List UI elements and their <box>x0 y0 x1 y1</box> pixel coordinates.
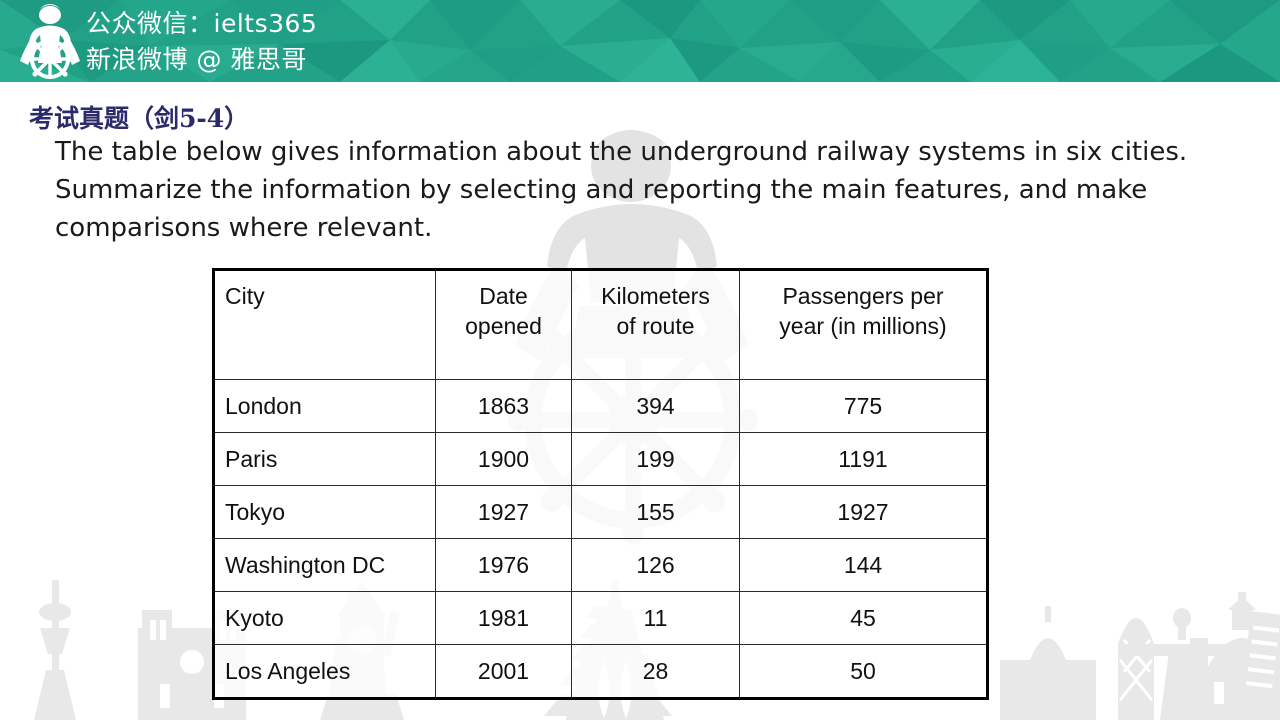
column-header-city-line-1: City <box>225 283 265 309</box>
column-header-passengers-line-2: year (in millions) <box>779 313 947 339</box>
table-row: Kyoto 1981 11 45 <box>213 591 988 645</box>
cell-passengers: 45 <box>739 591 988 645</box>
cell-kilometers: 28 <box>571 644 740 699</box>
column-header-kilometers-line-2: of route <box>616 313 695 339</box>
cell-city: Washington DC <box>213 538 436 592</box>
table-row: Washington DC 1976 126 144 <box>213 538 988 592</box>
cell-city: Kyoto <box>213 591 436 645</box>
column-header-date-opened-line-2: opened <box>465 313 542 339</box>
column-header-date-opened-line-1: Date <box>479 283 528 309</box>
cell-date-opened: 1976 <box>435 538 572 592</box>
cell-date-opened: 1927 <box>435 485 572 539</box>
underground-railway-table: City Date opened Kilometers of route Pas… <box>212 268 989 700</box>
table-header-row: City Date opened Kilometers of route Pas… <box>213 269 988 380</box>
cell-date-opened: 1981 <box>435 591 572 645</box>
banner-line-weibo: 新浪微博 @ 雅思哥 <box>86 45 307 74</box>
column-header-date-opened: Date opened <box>435 269 572 380</box>
cell-date-opened: 1863 <box>435 379 572 433</box>
cell-city: Los Angeles <box>213 644 436 699</box>
cell-city: Paris <box>213 432 436 486</box>
table-body: London 1863 394 775 Paris 1900 199 1191 … <box>213 379 988 699</box>
page-title: 考试真题（剑5-4） <box>29 103 250 133</box>
table-row: Paris 1900 199 1191 <box>213 432 988 486</box>
column-header-passengers-per-year: Passengers per year (in millions) <box>739 269 988 380</box>
banner-line-wechat: 公众微信：ielts365 <box>86 9 318 38</box>
sailor-ships-wheel-logo <box>20 4 80 79</box>
cell-passengers: 1927 <box>739 485 988 539</box>
cell-passengers: 50 <box>739 644 988 699</box>
prompt-line-1: The table below gives information about … <box>55 137 1188 167</box>
cell-date-opened: 2001 <box>435 644 572 699</box>
column-header-kilometers-of-route: Kilometers of route <box>571 269 740 380</box>
table-row: London 1863 394 775 <box>213 379 988 433</box>
column-header-city: City <box>213 269 436 380</box>
table-row: Tokyo 1927 155 1927 <box>213 485 988 539</box>
column-header-passengers-line-1: Passengers per <box>782 283 944 309</box>
task-prompt: The table below gives information about … <box>55 133 1195 247</box>
cell-date-opened: 1900 <box>435 432 572 486</box>
data-table-container: City Date opened Kilometers of route Pas… <box>212 268 989 700</box>
cell-kilometers: 126 <box>571 538 740 592</box>
prompt-line-2: Summarize the information by selecting a… <box>55 175 1148 205</box>
cell-city: Tokyo <box>213 485 436 539</box>
cell-kilometers: 199 <box>571 432 740 486</box>
prompt-line-3: comparisons where relevant. <box>55 213 433 243</box>
cell-passengers: 1191 <box>739 432 988 486</box>
column-header-kilometers-line-1: Kilometers <box>601 283 710 309</box>
cell-passengers: 775 <box>739 379 988 433</box>
banner-social-text: 公众微信：ielts365 新浪微博 @ 雅思哥 <box>86 6 317 78</box>
cell-kilometers: 11 <box>571 591 740 645</box>
top-banner: 公众微信：ielts365 新浪微博 @ 雅思哥 <box>0 0 1280 82</box>
table-row: Los Angeles 2001 28 50 <box>213 644 988 699</box>
cell-kilometers: 394 <box>571 379 740 433</box>
table-header: City Date opened Kilometers of route Pas… <box>213 269 988 380</box>
cell-city: London <box>213 379 436 433</box>
cell-passengers: 144 <box>739 538 988 592</box>
cell-kilometers: 155 <box>571 485 740 539</box>
